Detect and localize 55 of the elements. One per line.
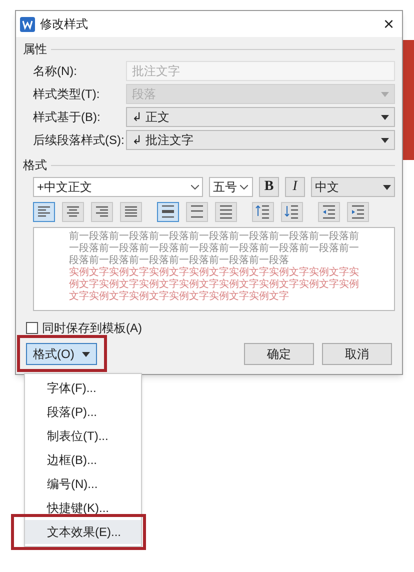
section-heading: 格式 (23, 157, 47, 174)
menu-item[interactable]: 编号(N)... (25, 472, 141, 496)
window-title: 修改样式 (40, 16, 88, 33)
space-down-button[interactable] (281, 202, 303, 222)
space-up-button[interactable] (252, 202, 274, 222)
menu-item[interactable]: 边框(B)... (25, 448, 141, 472)
field-label: 名称(N): (33, 63, 78, 80)
indent-more-button[interactable] (347, 202, 369, 222)
menu-item[interactable]: 段落(P)... (25, 400, 141, 424)
align-center-button[interactable] (62, 202, 84, 222)
spacing-half-icon (189, 204, 205, 220)
align-left-button[interactable] (33, 202, 55, 222)
italic-button[interactable]: I (285, 177, 305, 197)
indent-less-button[interactable] (318, 202, 340, 222)
dropdown-field[interactable]: ↲ 批注文字 (126, 130, 395, 150)
field-label: 后续段落样式(S): (33, 132, 126, 149)
space-up-icon (255, 204, 271, 220)
caret-icon (82, 352, 90, 356)
caret-icon (381, 92, 389, 96)
dropdown-field[interactable]: ↲ 正文 (126, 107, 395, 127)
caret-icon (381, 114, 389, 120)
justify-button[interactable] (120, 202, 142, 222)
section-heading: 属性 (23, 41, 47, 58)
indent-less-icon (321, 204, 337, 220)
spacing-single-button[interactable] (157, 202, 179, 222)
format-button[interactable]: 格式(O) (26, 343, 98, 365)
menu-item[interactable]: 文本效果(E)... (25, 520, 141, 544)
bold-button[interactable]: B (259, 177, 279, 197)
app-logo-icon (20, 16, 35, 32)
align-right-button[interactable] (91, 202, 113, 222)
ok-button[interactable]: 确定 (244, 343, 314, 365)
font-dropdown[interactable]: +中文正文 (33, 177, 203, 197)
field-label: 样式类型(T): (33, 86, 101, 103)
spacing-half-button[interactable] (186, 202, 208, 222)
cancel-button[interactable]: 取消 (322, 343, 392, 365)
script-dropdown[interactable]: 中文 (311, 177, 395, 197)
caret-icon (383, 184, 391, 190)
space-down-icon (284, 204, 300, 220)
chevron-icon (240, 184, 248, 190)
menu-item[interactable]: 制表位(T)... (25, 424, 141, 448)
spacing-double-icon (218, 204, 234, 220)
spacing-double-button[interactable] (215, 202, 237, 222)
close-button[interactable]: × (379, 15, 398, 33)
checkbox-label: 同时保存到模板(A) (42, 320, 142, 337)
spacing-single-icon (160, 204, 176, 220)
caret-icon (381, 138, 389, 142)
size-dropdown[interactable]: 五号 (209, 177, 253, 197)
menu-item[interactable]: 字体(F)... (25, 376, 141, 400)
field-label: 样式基于(B): (33, 109, 102, 126)
chevron-icon (191, 184, 199, 190)
menu-item[interactable]: 快捷键(K)... (25, 496, 141, 520)
indent-more-icon (350, 204, 366, 220)
preceding-text: 前一段落前一段落前一段落前一段落前一段落前一段落前一段落前一段落前一段落前一段落前一段落前一段落前一段落前一段落前一段落前一段落前一段落前一段落前一段落前一段落 (69, 231, 360, 266)
checkbox[interactable] (26, 322, 38, 334)
sample-text: 实例文字实例文字实例文字实例文字实例文字实例文字实例文字实例文字实例文字实例文字实例文字实例文字实例文字实例文字实例文字实例文字实例文字实例文字实例文字实例文字 (69, 267, 360, 303)
